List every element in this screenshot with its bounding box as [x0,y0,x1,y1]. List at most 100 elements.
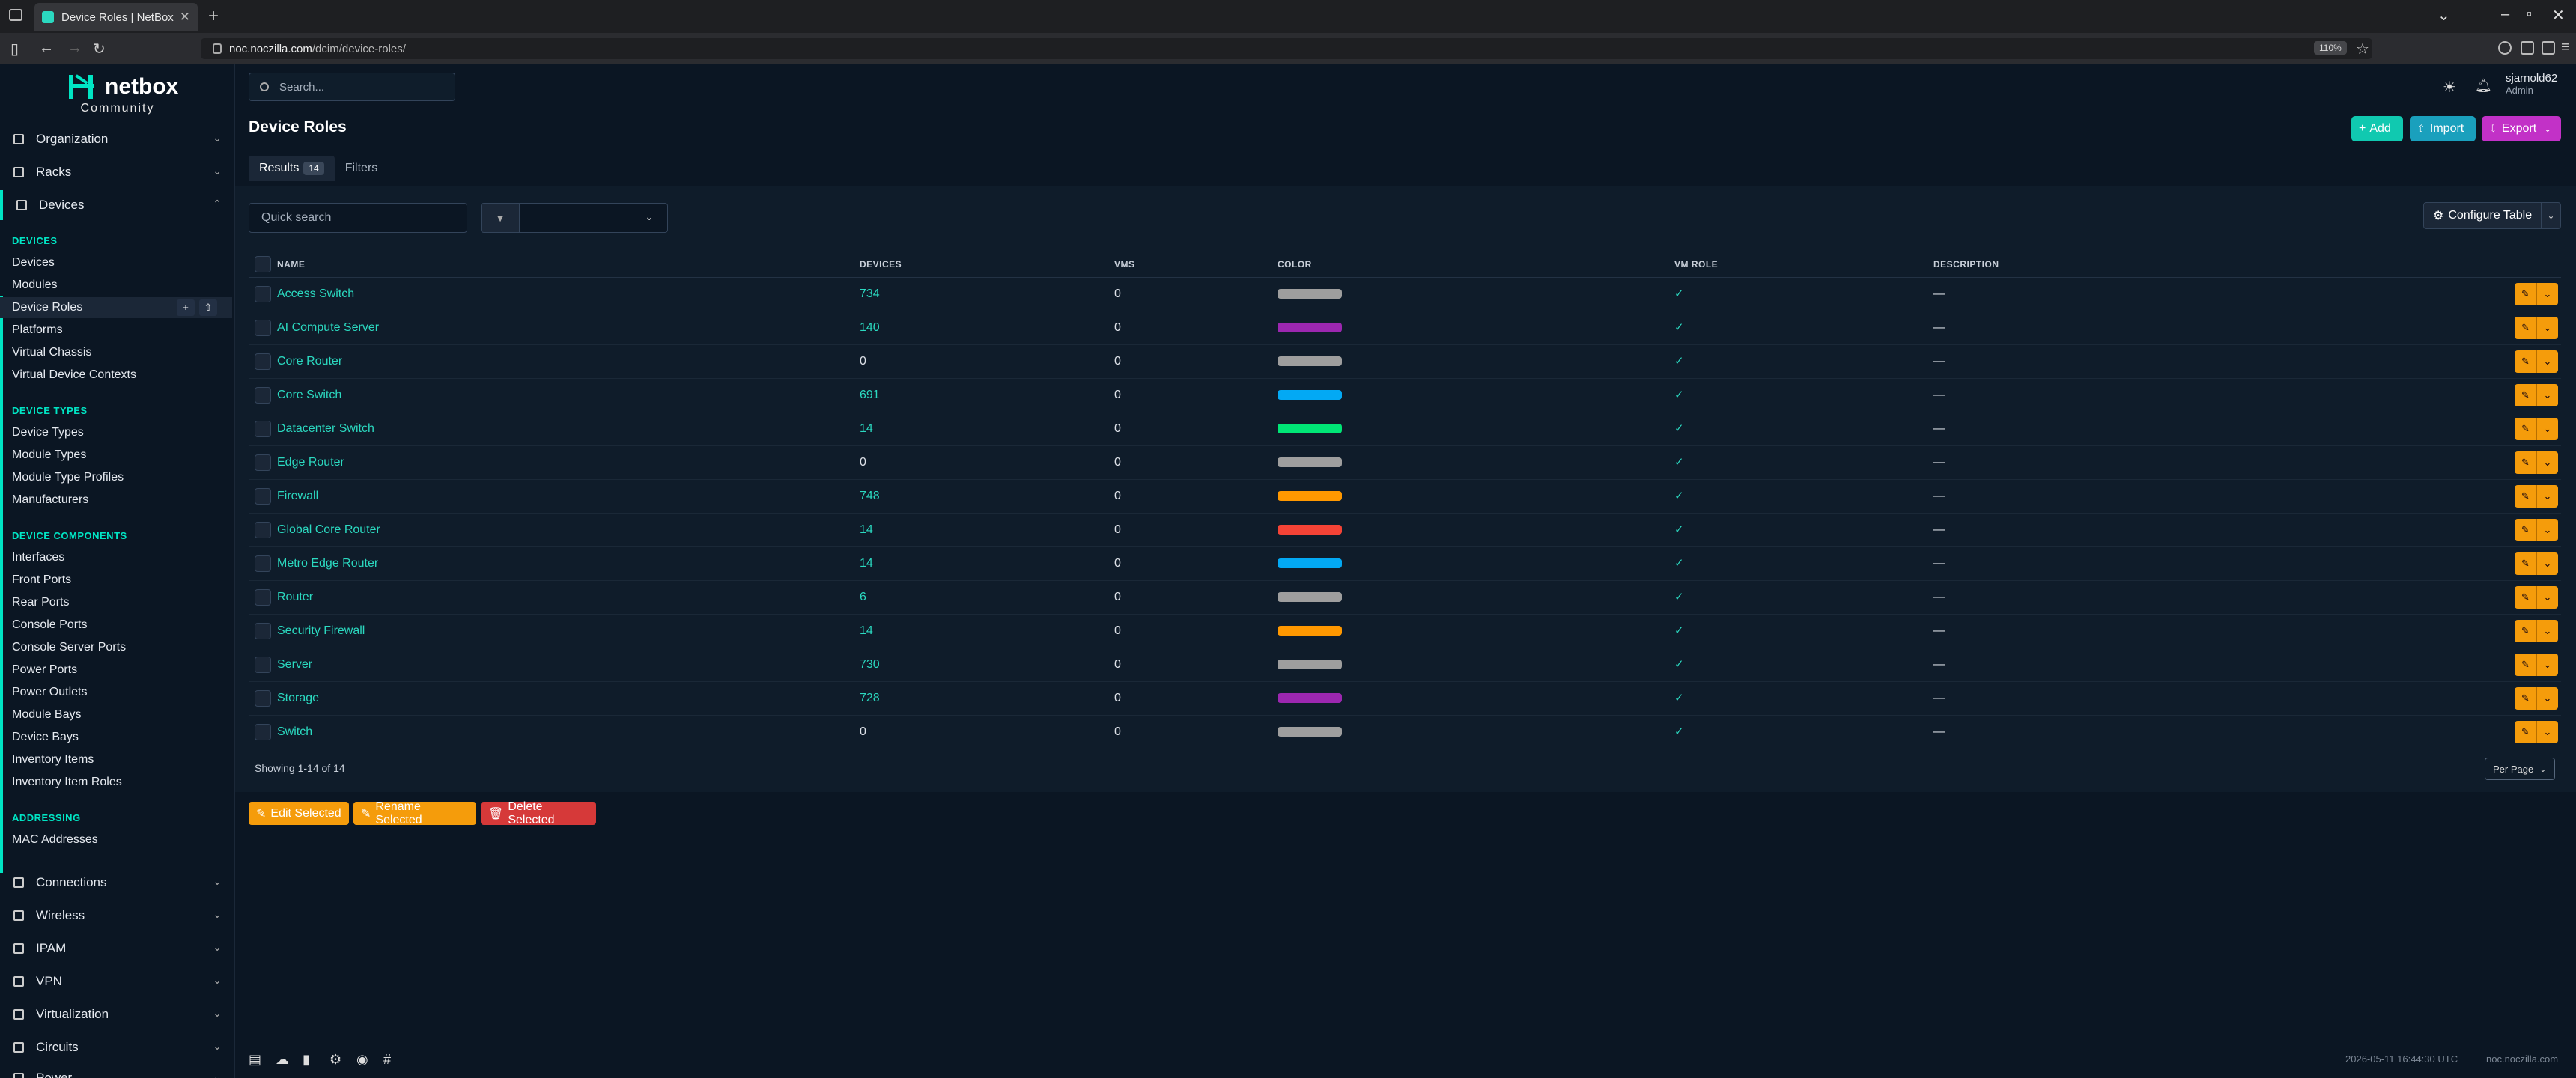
chevron-down-icon[interactable]: ⌄ [2536,653,2558,676]
row-checkbox[interactable] [255,588,271,606]
device-count[interactable]: 6 [860,591,866,603]
export-button[interactable]: ⇩ Export ⌄ [2482,116,2561,141]
role-name-link[interactable]: Router [277,591,313,603]
extensions-icon[interactable] [2542,41,2555,55]
edit-icon[interactable]: ✎ [2515,350,2536,373]
tab-results[interactable]: Results 14 [249,156,335,181]
browser-tab[interactable]: Device Roles | NetBox ✕ [34,3,198,31]
row-checkbox[interactable] [255,622,271,639]
device-count[interactable]: 691 [860,389,880,401]
chevron-down-icon[interactable]: ⌄ [2536,484,2558,508]
sidebar-item-mac-addresses[interactable]: MAC Addresses [0,829,232,850]
sidebar-panel-icon[interactable]: ▯ [10,40,19,58]
sidebar-item-power-ports[interactable]: Power Ports [0,660,232,680]
device-count[interactable]: 14 [860,557,873,570]
delete-selected-button[interactable]: 🗑︎ Delete Selected [481,800,596,826]
zoom-badge[interactable]: 110% [2314,41,2347,55]
sidebar-item-module-bays[interactable]: Module Bays [0,704,232,725]
row-checkbox[interactable] [255,487,271,505]
chevron-down-icon[interactable]: ⌄ [2536,350,2558,373]
row-checkbox[interactable] [255,454,271,471]
import-button[interactable]: ⇧ Import [2410,116,2476,141]
window-close-icon[interactable]: ✕ [2552,6,2565,25]
select-all-checkbox[interactable] [255,255,271,272]
saved-filter-select[interactable]: ⌄ [520,203,668,233]
edit-icon[interactable]: ✎ [2515,316,2536,339]
menu-power[interactable]: Power ⌄ [0,1063,235,1078]
back-icon[interactable]: ← [39,40,54,57]
role-name-link[interactable]: Edge Router [277,456,344,469]
edit-icon[interactable]: ✎ [2515,451,2536,474]
edit-icon[interactable]: ✎ [2515,417,2536,440]
edit-icon[interactable]: ✎ [2515,282,2536,305]
add-icon[interactable]: + [177,299,195,316]
device-count[interactable]: 14 [860,422,873,435]
user-menu[interactable]: sjarnold62 Admin [2506,72,2557,96]
menu-racks[interactable]: Racks ⌄ [0,157,235,187]
github-icon[interactable]: ◉ [356,1052,368,1068]
per-page-select[interactable]: Per Page ⌄ [2485,758,2555,780]
sidebar-item-devices[interactable]: Devices [0,252,232,273]
account-icon[interactable] [2498,41,2512,55]
role-name-link[interactable]: Firewall [277,490,318,502]
sidebar-item-console-ports[interactable]: Console Ports [0,615,232,636]
new-tab-icon[interactable]: + [208,6,219,27]
close-tab-icon[interactable]: ✕ [180,10,190,25]
sidebar-item-power-outlets[interactable]: Power Outlets [0,682,232,703]
edit-icon[interactable]: ✎ [2515,484,2536,508]
quick-search-input[interactable]: Quick search [249,203,467,233]
docs-icon[interactable]: ▤ [249,1052,261,1068]
sidebar-item-device-bays[interactable]: Device Bays [0,727,232,748]
menu-connections[interactable]: Connections ⌄ [0,868,235,898]
app-menu-icon[interactable]: ≡ [2561,39,2570,56]
filter-icon[interactable]: ▼ [481,203,520,233]
sidebar-item-console-server-ports[interactable]: Console Server Ports [0,637,232,658]
edit-icon[interactable]: ✎ [2515,720,2536,743]
row-checkbox[interactable] [255,420,271,437]
global-search-input[interactable]: Search... [249,73,455,101]
sidebar-item-platforms[interactable]: Platforms [0,320,232,341]
device-count[interactable]: 748 [860,490,880,502]
column-devices[interactable]: DEVICES [860,252,1114,278]
edit-icon[interactable]: ✎ [2515,619,2536,642]
chevron-down-icon[interactable]: ⌄ [2536,518,2558,541]
tab-filters[interactable]: Filters [335,156,389,181]
edit-selected-button[interactable]: ✎ Edit Selected [249,802,349,825]
import-icon[interactable]: ⇧ [199,299,217,316]
chevron-down-icon[interactable]: ⌄ [2536,619,2558,642]
device-count[interactable]: 140 [860,321,880,334]
role-name-link[interactable]: Access Switch [277,287,354,300]
role-name-link[interactable]: Switch [277,725,312,738]
add-button[interactable]: + Add [2351,116,2403,141]
role-name-link[interactable]: Metro Edge Router [277,557,378,570]
sidebar-item-interfaces[interactable]: Interfaces [0,547,232,568]
sidebar-item-virtual-device-contexts[interactable]: Virtual Device Contexts [0,365,232,386]
role-name-link[interactable]: Server [277,658,312,671]
menu-organization[interactable]: Organization ⌄ [0,124,235,154]
edit-icon[interactable]: ✎ [2515,552,2536,575]
device-count[interactable]: 734 [860,287,880,300]
chevron-down-icon[interactable]: ⌄ [2536,686,2558,710]
book-icon[interactable]: ▮ [303,1052,310,1068]
chevron-down-icon[interactable]: ⌄ [2541,203,2560,228]
device-count[interactable]: 14 [860,523,873,536]
column-name[interactable]: NAME [277,252,860,278]
theme-toggle-icon[interactable]: ☀ [2443,78,2456,97]
chevron-down-icon[interactable]: ⌄ [2536,720,2558,743]
tab-list-icon[interactable]: ⌄ [2437,6,2450,25]
configure-table-button[interactable]: ⚙ Configure Table ⌄ [2423,202,2561,229]
row-checkbox[interactable] [255,689,271,707]
menu-wireless[interactable]: Wireless ⌄ [0,901,235,931]
minimize-icon[interactable]: – [2501,6,2509,23]
forward-icon[interactable]: → [67,40,82,57]
chevron-down-icon[interactable]: ⌄ [2536,585,2558,609]
row-checkbox[interactable] [255,723,271,740]
bookmark-star-icon[interactable]: ☆ [2356,40,2369,58]
device-count[interactable]: 728 [860,692,880,704]
sidebar-item-inventory-item-roles[interactable]: Inventory Item Roles [0,772,232,793]
role-name-link[interactable]: Core Router [277,355,342,368]
role-name-link[interactable]: Datacenter Switch [277,422,374,435]
row-checkbox[interactable] [255,386,271,404]
sidebar-item-module-type-profiles[interactable]: Module Type Profiles [0,467,232,488]
column-description[interactable]: DESCRIPTION [1933,252,2501,278]
